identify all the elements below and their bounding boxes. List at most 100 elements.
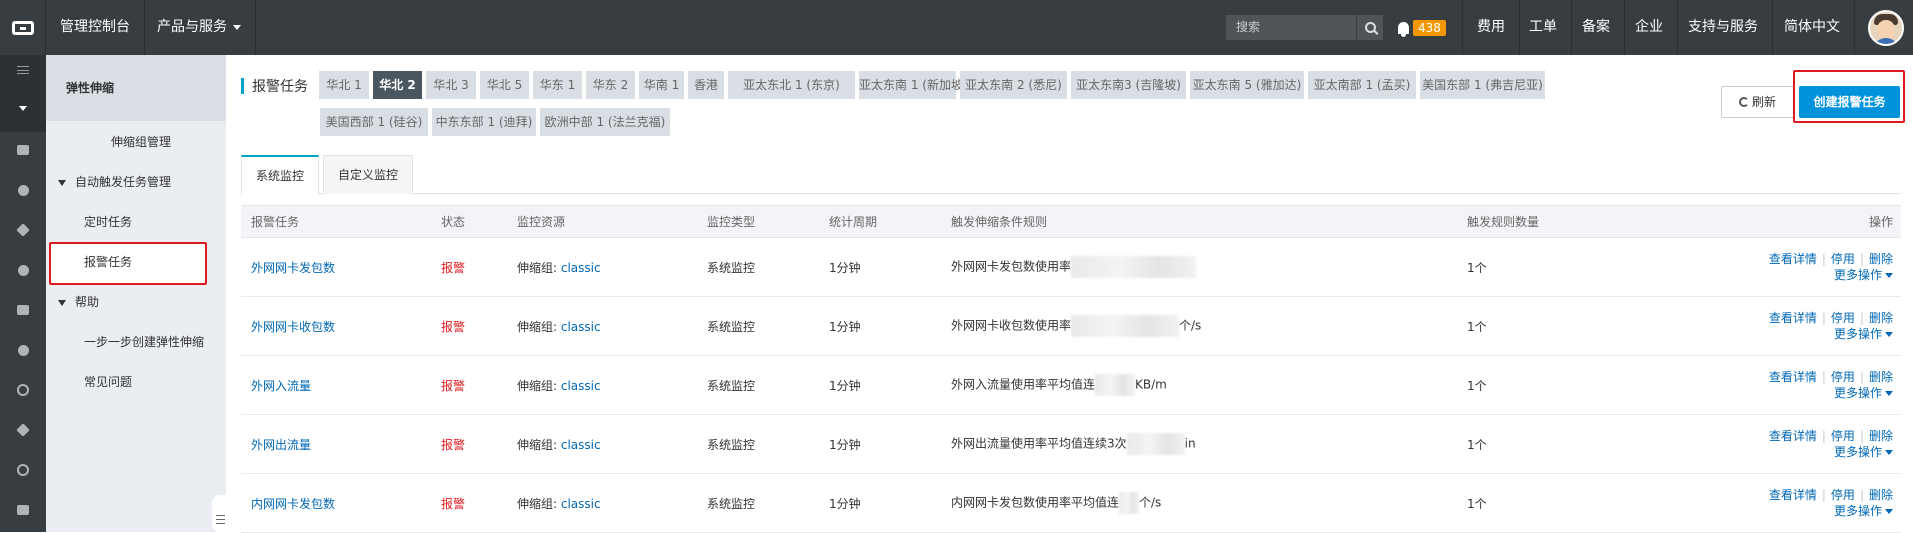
- delete-link[interactable]: 删除: [1869, 311, 1893, 325]
- status-badge: 报警: [441, 496, 466, 511]
- trigger-rule: 内网网卡发包数使用率平均值连: [951, 495, 1120, 510]
- region-tab[interactable]: 华东 2: [586, 71, 635, 99]
- region-tab[interactable]: 美国东部 1 (弗吉尼亚): [1420, 71, 1545, 99]
- more-actions-dropdown[interactable]: 更多操作: [1834, 327, 1893, 341]
- caret-down-icon: [58, 299, 66, 306]
- region-tab[interactable]: 华北 3: [426, 71, 476, 99]
- view-details-link[interactable]: 查看详情: [1769, 311, 1817, 325]
- monitor-type: 系统监控: [707, 378, 756, 393]
- sidebar-item-faq[interactable]: 常见问题: [84, 372, 132, 392]
- more-actions-dropdown[interactable]: 更多操作: [1834, 504, 1893, 518]
- region-tab[interactable]: 华北 5: [480, 71, 529, 99]
- region-tab[interactable]: 亚太东南 2 (悉尼): [960, 71, 1067, 99]
- more-actions-dropdown[interactable]: 更多操作: [1834, 445, 1893, 459]
- region-tab[interactable]: 华南 1: [639, 71, 684, 99]
- scaling-group-link[interactable]: classic: [561, 497, 601, 511]
- page-title: 报警任务: [252, 79, 308, 95]
- topnav-enterprise[interactable]: 企业: [1621, 0, 1678, 55]
- region-tab[interactable]: 欧洲中部 1 (法兰克福): [540, 108, 670, 136]
- notification-count-badge: 438: [1413, 19, 1446, 36]
- region-tab[interactable]: 华东 1: [533, 71, 582, 99]
- view-details-link[interactable]: 查看详情: [1769, 488, 1817, 502]
- sidebar-group-auto-trigger[interactable]: 自动触发任务管理: [58, 172, 171, 192]
- caret-down-icon: [58, 179, 66, 186]
- tab-system-monitoring[interactable]: 系统监控: [241, 155, 320, 195]
- delete-link[interactable]: 删除: [1869, 252, 1893, 266]
- disable-link[interactable]: 停用: [1831, 488, 1855, 502]
- sidebar-item-alarm-tasks[interactable]: 报警任务: [84, 252, 132, 272]
- column-header-actions: 操作: [1757, 205, 1901, 238]
- scaling-group-link[interactable]: classic: [561, 320, 601, 334]
- view-details-link[interactable]: 查看详情: [1769, 370, 1817, 384]
- sidebar-item-scheduled-tasks[interactable]: 定时任务: [84, 212, 132, 232]
- gear-icon[interactable]: [15, 503, 31, 517]
- refresh-label: 刷新: [1751, 95, 1776, 109]
- notifications-button[interactable]: 438: [1398, 0, 1446, 55]
- sidebar-collapse-button[interactable]: [212, 495, 226, 532]
- region-tab[interactable]: 香港: [688, 71, 724, 99]
- topnav-billing[interactable]: 费用: [1462, 0, 1520, 55]
- rail-expand-button[interactable]: [0, 85, 46, 132]
- search-input[interactable]: 搜索: [1226, 15, 1356, 40]
- aliyun-logo-icon[interactable]: [0, 0, 46, 55]
- scaling-group-link[interactable]: classic: [561, 438, 601, 452]
- trigger-rule-unit: 个/s: [1139, 495, 1162, 510]
- create-alarm-task-button[interactable]: 创建报警任务: [1799, 86, 1900, 118]
- layers-icon[interactable]: [15, 423, 31, 437]
- disable-link[interactable]: 停用: [1831, 252, 1855, 266]
- more-actions-dropdown[interactable]: 更多操作: [1834, 386, 1893, 400]
- task-name-link[interactable]: 外网网卡发包数: [251, 261, 335, 275]
- region-tab[interactable]: 中东东部 1 (迪拜): [432, 108, 536, 136]
- region-tab[interactable]: 亚太东南3 (吉隆坡): [1071, 71, 1186, 99]
- console-link[interactable]: 管理控制台: [46, 0, 145, 55]
- task-name-link[interactable]: 外网入流量: [251, 379, 311, 393]
- more-actions-dropdown[interactable]: 更多操作: [1834, 268, 1893, 282]
- region-tab[interactable]: 华北 2: [373, 71, 422, 99]
- tab-custom-monitoring[interactable]: 自定义监控: [323, 155, 414, 194]
- avatar[interactable]: [1868, 10, 1904, 46]
- region-tab[interactable]: 亚太东南 1 (新加坡): [859, 71, 968, 99]
- task-name-link[interactable]: 外网网卡收包数: [251, 320, 335, 334]
- topnav-language[interactable]: 简体中文: [1770, 0, 1855, 55]
- disable-link[interactable]: 停用: [1831, 311, 1855, 325]
- delete-link[interactable]: 删除: [1869, 429, 1893, 443]
- disable-link[interactable]: 停用: [1831, 429, 1855, 443]
- scaling-group-link[interactable]: classic: [561, 379, 601, 393]
- region-tab[interactable]: 亚太南部 1 (孟买): [1308, 71, 1416, 99]
- sidebar-item-step-by-step[interactable]: 一步一步创建弹性伸缩: [84, 332, 204, 352]
- region-tab[interactable]: 亚太东南 5 (雅加达): [1190, 71, 1304, 99]
- refresh-button[interactable]: 刷新: [1721, 86, 1794, 118]
- topnav-tickets[interactable]: 工单: [1515, 0, 1572, 55]
- column-header-rule-count: 触发规则数量: [1457, 205, 1757, 238]
- more-actions-label: 更多操作: [1833, 504, 1882, 518]
- topnav-icp[interactable]: 备案: [1568, 0, 1625, 55]
- cloud-icon[interactable]: [15, 343, 31, 357]
- menu-toggle-button[interactable]: [0, 55, 46, 85]
- gauge-icon[interactable]: [15, 463, 31, 477]
- cloud-upload-icon[interactable]: [15, 263, 31, 277]
- rule-count: 1个: [1467, 378, 1487, 393]
- delete-link[interactable]: 删除: [1869, 370, 1893, 384]
- disable-link[interactable]: 停用: [1831, 370, 1855, 384]
- status-badge: 报警: [441, 437, 466, 452]
- view-details-link[interactable]: 查看详情: [1769, 252, 1817, 266]
- shield-icon[interactable]: [15, 183, 31, 197]
- sidebar-item-scaling-groups[interactable]: 伸缩组管理: [111, 132, 171, 152]
- sidebar-group-help[interactable]: 帮助: [58, 292, 99, 312]
- delete-link[interactable]: 删除: [1869, 488, 1893, 502]
- view-details-link[interactable]: 查看详情: [1769, 429, 1817, 443]
- region-tab[interactable]: 华北 1: [319, 71, 369, 99]
- task-name-link[interactable]: 外网出流量: [251, 438, 311, 452]
- scaling-group-link[interactable]: classic: [561, 261, 601, 275]
- task-name-link[interactable]: 内网网卡发包数: [251, 497, 335, 511]
- network-icon[interactable]: [15, 223, 31, 237]
- server-icon[interactable]: [15, 143, 31, 157]
- tabs-divider: [241, 193, 1901, 194]
- cloud-storage-icon[interactable]: [15, 383, 31, 397]
- products-menu[interactable]: 产品与服务: [143, 0, 256, 55]
- region-tab[interactable]: 亚太东北 1 (东京): [728, 71, 855, 99]
- region-tab[interactable]: 美国西部 1 (硅谷): [320, 108, 428, 136]
- topnav-support[interactable]: 支持与服务: [1674, 0, 1773, 55]
- search-button[interactable]: [1356, 15, 1383, 40]
- exchange-icon[interactable]: [15, 303, 31, 317]
